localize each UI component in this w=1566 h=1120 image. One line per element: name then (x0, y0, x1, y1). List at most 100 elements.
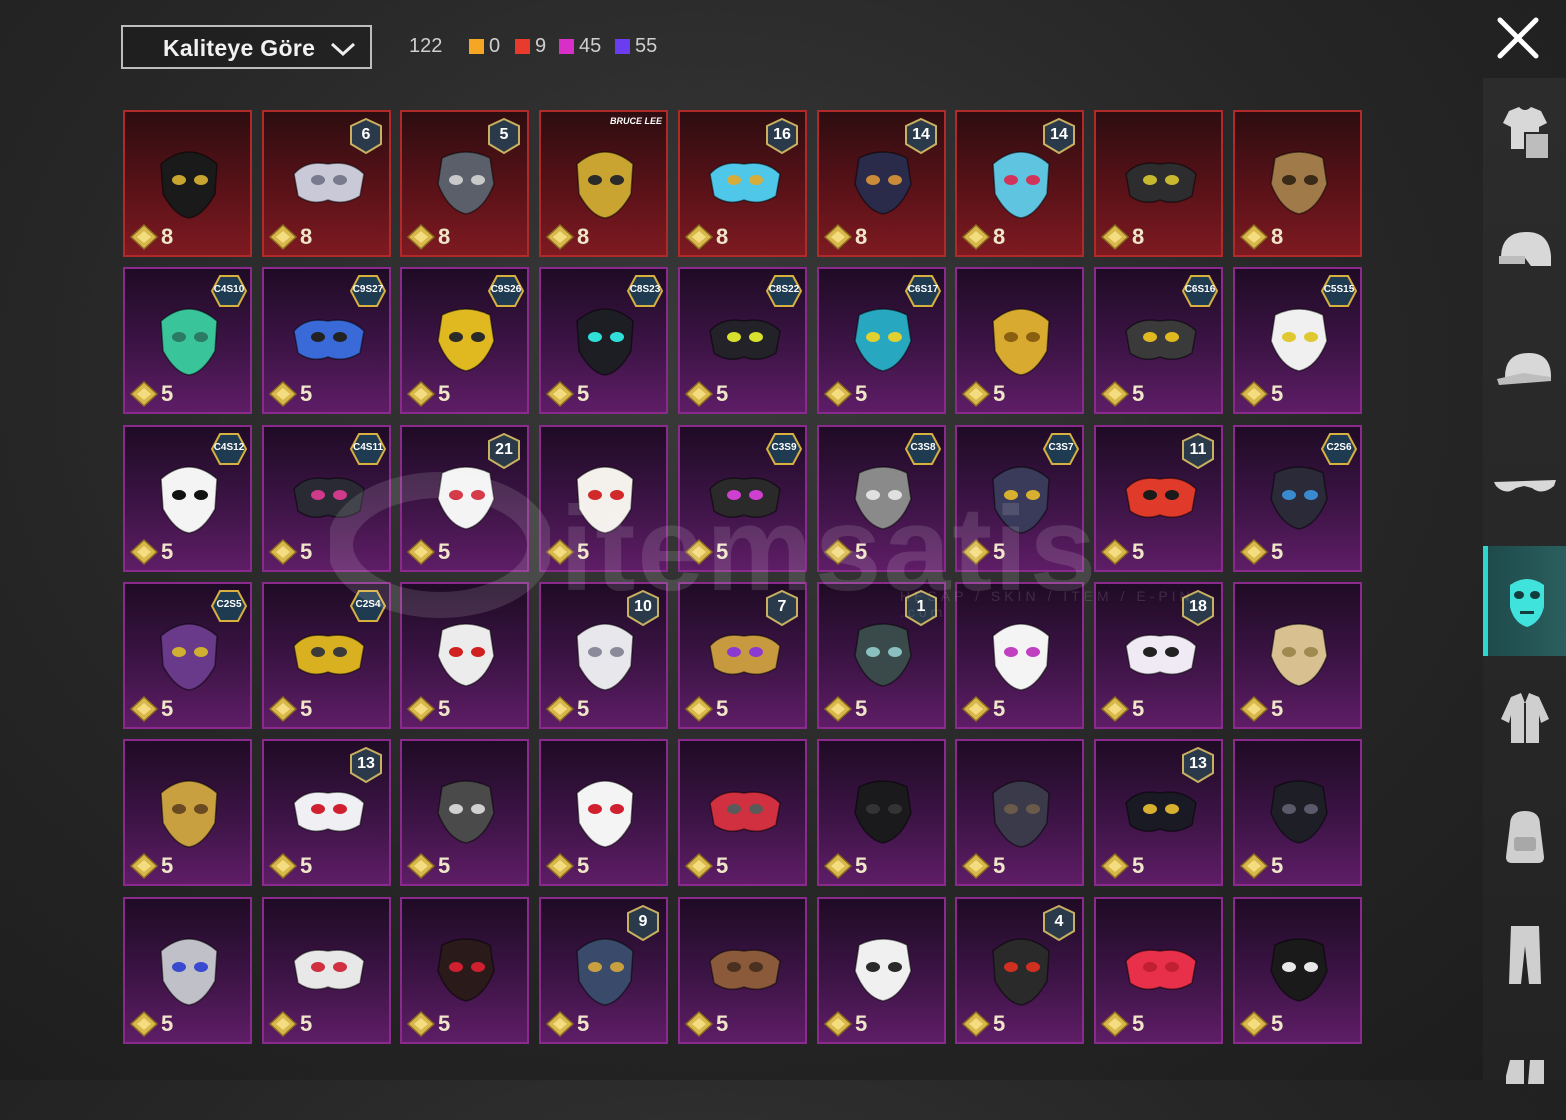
item-price: 5 (962, 1011, 1005, 1037)
mask-item-image (160, 938, 218, 1006)
sidebar-item-shoes[interactable] (1483, 1010, 1566, 1120)
inventory-item-card[interactable]: C2S5 5 (123, 582, 252, 729)
inventory-item-card[interactable]: 15 (817, 582, 946, 729)
inventory-item-card[interactable]: 11 5 (1094, 425, 1223, 572)
inventory-item-card[interactable]: 8 (123, 110, 252, 257)
inventory-item-card[interactable]: 5 (400, 739, 529, 886)
inventory-item-card[interactable]: 14 8 (955, 110, 1084, 257)
inventory-item-card[interactable]: 18 5 (1094, 582, 1223, 729)
inventory-item-card[interactable]: 45 (955, 897, 1084, 1044)
season-badge: C2S6 (1320, 433, 1358, 465)
sidebar-item-backpack[interactable] (1483, 782, 1566, 892)
inventory-item-card[interactable]: 5 (1233, 897, 1362, 1044)
inventory-item-card[interactable]: 5 (539, 425, 668, 572)
inventory-topbar: Kaliteye Göre 122 0 9 45 55 (0, 0, 1490, 90)
category-sidebar (1483, 78, 1566, 1084)
quality-stat-mythic: 9 (515, 35, 546, 58)
close-button[interactable] (1495, 15, 1541, 61)
inventory-item-card[interactable]: 8 (1233, 110, 1362, 257)
item-price: 5 (1240, 1011, 1283, 1037)
inventory-item-card[interactable]: C4S12 5 (123, 425, 252, 572)
inventory-item-card[interactable]: 5 (955, 739, 1084, 886)
inventory-item-card[interactable]: 5 (400, 897, 529, 1044)
item-price: 8 (269, 224, 312, 250)
item-price-value: 5 (1271, 696, 1284, 721)
inventory-item-card[interactable]: 5 (955, 582, 1084, 729)
level-badge-label: 4 (1054, 913, 1064, 930)
level-badge-label: 13 (1189, 755, 1207, 772)
mask-item-image (293, 949, 365, 990)
item-price: 5 (962, 381, 1005, 407)
inventory-item-card[interactable]: 5 (262, 897, 391, 1044)
coin-icon (1240, 539, 1268, 565)
inventory-item-card[interactable]: BRUCE LEE 8 (539, 110, 668, 257)
inventory-item-card[interactable]: C9S27 5 (262, 267, 391, 414)
inventory-item-card[interactable]: 16 8 (678, 110, 807, 257)
sidebar-item-glasses[interactable] (1483, 432, 1566, 542)
inventory-item-card[interactable]: C8S22 5 (678, 267, 807, 414)
inventory-item-card[interactable]: 21 5 (400, 425, 529, 572)
item-price-value: 8 (716, 224, 729, 249)
coin-icon (130, 1011, 158, 1037)
item-price: 5 (1101, 696, 1144, 722)
inventory-item-card[interactable]: 75 (678, 582, 807, 729)
item-price: 5 (1240, 539, 1283, 565)
season-badge-label: C2S4 (355, 599, 381, 610)
item-price: 5 (1101, 1011, 1144, 1037)
inventory-item-card[interactable]: 5 (678, 897, 807, 1044)
item-price-value: 5 (993, 381, 1006, 406)
sidebar-item-jacket[interactable] (1483, 664, 1566, 774)
inventory-item-card[interactable]: C3S9 5 (678, 425, 807, 572)
inventory-item-card[interactable]: 68 (262, 110, 391, 257)
inventory-item-card[interactable]: C4S11 5 (262, 425, 391, 572)
inventory-item-card[interactable]: C6S17 5 (817, 267, 946, 414)
inventory-item-card[interactable]: 95 (539, 897, 668, 1044)
inventory-item-card[interactable]: C4S10 5 (123, 267, 252, 414)
inventory-item-card[interactable]: 5 (1233, 739, 1362, 886)
sidebar-item-outfit[interactable] (1483, 78, 1566, 188)
inventory-item-card[interactable]: 58 (400, 110, 529, 257)
inventory-item-card[interactable]: 5 (123, 897, 252, 1044)
inventory-item-card[interactable]: 13 5 (1094, 739, 1223, 886)
inventory-item-card[interactable]: 5 (817, 897, 946, 1044)
inventory-item-card[interactable]: C5S15 5 (1233, 267, 1362, 414)
inventory-item-card[interactable]: 5 (817, 739, 946, 886)
inventory-item-card[interactable]: 8 (1094, 110, 1223, 257)
item-price-value: 5 (1271, 381, 1284, 406)
inventory-item-card[interactable]: C8S23 5 (539, 267, 668, 414)
inventory-item-card[interactable]: C2S4 5 (262, 582, 391, 729)
item-price-value: 8 (1132, 224, 1145, 249)
coin-icon (130, 696, 158, 722)
inventory-item-card[interactable]: 5 (539, 739, 668, 886)
inventory-item-card[interactable]: 14 8 (817, 110, 946, 257)
item-price-value: 5 (577, 696, 590, 721)
sidebar-item-helmet[interactable] (1483, 196, 1566, 306)
inventory-item-card[interactable]: 5 (1233, 582, 1362, 729)
level-badge: 21 (487, 432, 521, 470)
sidebar-item-pants[interactable] (1483, 900, 1566, 1010)
inventory-item-card[interactable]: 5 (955, 267, 1084, 414)
item-price: 5 (269, 696, 312, 722)
item-price-value: 8 (300, 224, 313, 249)
inventory-item-card[interactable]: 5 (678, 739, 807, 886)
mask-item-image (1125, 949, 1197, 990)
sidebar-item-cap[interactable] (1483, 314, 1566, 424)
item-price: 8 (962, 224, 1005, 250)
inventory-item-card[interactable]: C2S6 5 (1233, 425, 1362, 572)
inventory-item-card[interactable]: 5 (400, 582, 529, 729)
inventory-item-card[interactable]: 13 5 (262, 739, 391, 886)
inventory-item-card[interactable]: C6S16 5 (1094, 267, 1223, 414)
coin-icon (685, 224, 713, 250)
level-badge: 7 (765, 589, 799, 627)
item-price-value: 5 (1271, 853, 1284, 878)
inventory-item-card[interactable]: C3S7 5 (955, 425, 1084, 572)
level-badge-label: 1 (916, 598, 926, 615)
sidebar-item-mask[interactable] (1483, 546, 1566, 656)
inventory-item-card[interactable]: C9S26 5 (400, 267, 529, 414)
inventory-item-card[interactable]: C3S8 5 (817, 425, 946, 572)
season-badge: C9S26 (487, 275, 525, 307)
inventory-item-card[interactable]: 5 (123, 739, 252, 886)
inventory-item-card[interactable]: 5 (1094, 897, 1223, 1044)
inventory-item-card[interactable]: 10 5 (539, 582, 668, 729)
sort-dropdown[interactable]: Kaliteye Göre (121, 25, 372, 69)
